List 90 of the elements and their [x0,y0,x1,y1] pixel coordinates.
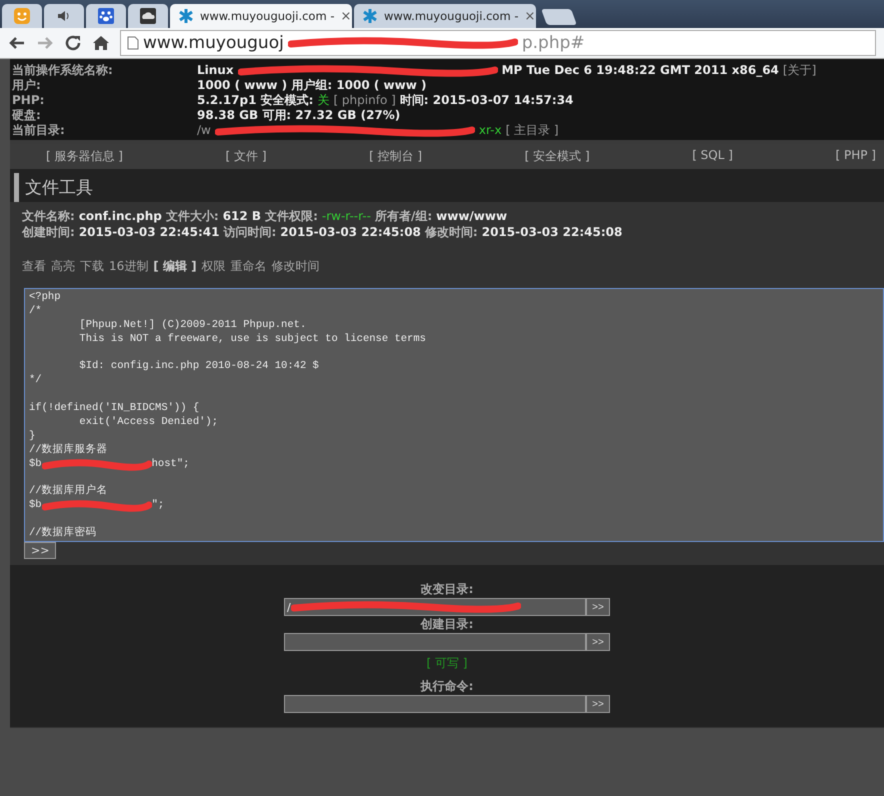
close-icon[interactable]: × [524,8,536,24]
info-value: 1000 ( www ) 用户组: 1000 ( www ) [197,78,426,93]
nav-link[interactable]: [ SQL ] [692,148,733,165]
file-action-link[interactable]: 重命名 [230,258,267,274]
code-line: <?php [29,291,62,305]
reload-icon[interactable] [64,34,82,52]
nav-link[interactable]: [ 控制台 ] [369,148,422,165]
go-button[interactable]: >> [586,695,610,713]
info-link[interactable]: [关于] [782,63,816,78]
input-field[interactable] [284,695,586,713]
info-label: 创建时间: [22,224,75,240]
info-link[interactable]: [ 主目录 ] [506,123,559,138]
code-line: //数据库密码 [29,527,98,541]
go-button[interactable]: >> [586,633,610,651]
info-link[interactable]: [ phpinfo ] [333,93,396,108]
info-label: 文件权限: [265,208,318,224]
info-value: MP Tue Dec 6 19:48:22 GMT 2011 x86_64 [502,63,779,78]
info-label: 文件大小: [166,208,219,224]
home-icon[interactable] [92,34,110,52]
code-line: "; [152,499,164,514]
browser-tab[interactable] [44,4,84,28]
info-value: 2015-03-03 22:45:41 [78,224,220,240]
code-line: This is NOT a freeware, use is subject to license terms [78,332,427,347]
cloud-icon [140,8,156,24]
info-label: 硬盘: [12,108,42,123]
input-field[interactable]: / [284,598,586,616]
info-label: 当前目录: [12,123,66,138]
info-value: 5.2.17p1 安全模式: [197,93,314,108]
code-line: $b [29,458,42,472]
smile-icon [14,8,30,24]
code-line: if(!defined('IN_BIDCMS')) { [29,402,200,416]
new-tab-button[interactable] [541,9,577,25]
speaker-icon [57,10,71,22]
writable-status: [ 可写 ] [426,655,468,672]
info-label: 用户: [12,78,42,93]
nav-link[interactable]: [ 服务器信息 ] [46,148,123,165]
browser-tab[interactable]: www.muyouguoji.com - × [170,4,352,28]
info-label: 修改时间: [424,224,478,240]
info-value: 98.38 GB 可用: 27.32 GB (27%) [197,108,400,123]
code-line: /* [29,304,43,319]
info-label: PHP: [12,93,46,108]
page-icon [127,36,139,50]
info-value: www/www [436,208,508,224]
status-value: xr-x [478,123,502,138]
info-value: 2015-03-03 22:45:08 [482,224,622,240]
file-action-link[interactable]: 高亮 [51,258,75,274]
info-label: 当前操作系统名称: [12,63,114,78]
file-action-link[interactable]: 查看 [22,258,46,274]
info-value: 612 B [222,208,262,224]
info-label: 文件名称: [22,208,75,224]
browser-tab[interactable] [128,4,168,28]
code-line: host"; [152,458,190,472]
browser-tab[interactable]: www.muyouguoji.com - × [354,4,536,28]
info-value: Linux [197,63,234,78]
asterisk-icon [178,8,194,24]
file-action-link[interactable]: [ 编辑 ] [153,258,197,274]
field-label: 执行命令: [420,678,474,695]
file-action-link[interactable]: 修改时间 [272,258,320,274]
code-line: */ [29,374,43,388]
nav-link[interactable]: [ 文件 ] [226,148,267,165]
field-label: 改变目录: [420,581,474,598]
code-line: exit('Access Denied'); [78,416,220,430]
nav-link[interactable]: [ 安全模式 ] [524,148,590,165]
code-line: $b [29,499,42,514]
file-action-link[interactable]: 下载 [80,258,104,274]
go-button[interactable]: >> [586,598,610,616]
code-line: } [29,430,36,444]
permission-value: -rw-r--r-- [322,208,371,224]
code-line: $Id: config.inc.php 2010-08-24 10:42 $ [78,360,320,374]
browser-tab[interactable] [86,4,126,28]
info-value: conf.inc.php [78,208,162,224]
nav-link[interactable]: [ PHP ] [835,148,876,165]
info-value: 时间: 2015-03-07 14:57:34 [400,93,574,108]
info-link[interactable]: /w [197,123,211,138]
status-value: 关 [317,93,330,108]
close-icon[interactable]: × [340,8,352,24]
code-line: //数据库服务器 [29,444,109,458]
field-label: 创建目录: [420,616,474,633]
info-value: 2015-03-03 22:45:08 [280,224,421,240]
file-action-link[interactable]: 权限 [202,258,226,274]
file-action-link[interactable]: 16进制 [109,258,148,274]
info-label: 所有者/组: [374,208,432,224]
submit-button[interactable]: >> [24,542,56,559]
info-label: 访问时间: [223,224,276,240]
input-field[interactable] [284,633,586,651]
code-line: [Phpup.Net!] (C)2009-2011 Phpup.net. [78,318,308,333]
code-line: //数据库用户名 [29,485,109,499]
paw-icon [98,8,114,24]
asterisk-icon [362,8,378,24]
address-field[interactable]: www.muyouguoj p.php# [120,30,876,56]
